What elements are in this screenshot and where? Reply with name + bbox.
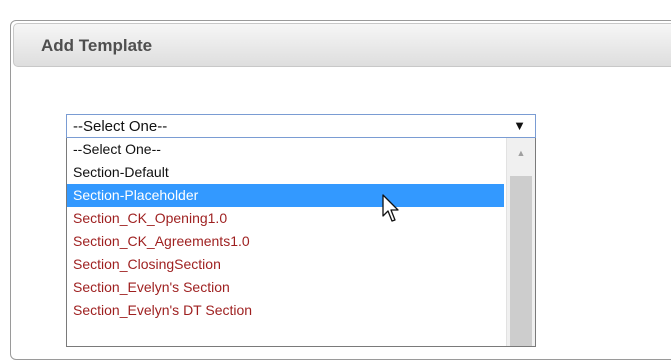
- option-section-default[interactable]: Section-Default: [67, 161, 504, 184]
- chevron-down-icon[interactable]: ▼: [513, 118, 526, 133]
- option-section-evelyns-dt-section[interactable]: Section_Evelyn's DT Section: [67, 299, 504, 322]
- template-select-value: --Select One--: [73, 118, 168, 135]
- option-section-closingsection[interactable]: Section_ClosingSection: [67, 253, 504, 276]
- dialog-header: Add Template: [13, 23, 671, 67]
- option-section-ck-opening[interactable]: Section_CK_Opening1.0: [67, 207, 504, 230]
- dropdown-scrollbar[interactable]: ▲: [506, 138, 535, 346]
- option-section-evelyns-section[interactable]: Section_Evelyn's Section: [67, 276, 504, 299]
- mouse-pointer-icon: [382, 194, 399, 222]
- scroll-thumb[interactable]: [510, 176, 532, 346]
- clipped-background-text: [0, 0, 671, 6]
- template-dropdown-list[interactable]: --Select One-- Section-Default Section-P…: [66, 138, 536, 347]
- option-section-ck-agreements[interactable]: Section_CK_Agreements1.0: [67, 230, 504, 253]
- option-select-one[interactable]: --Select One--: [67, 138, 504, 161]
- template-select[interactable]: --Select One-- ▼: [66, 114, 536, 138]
- option-section-placeholder[interactable]: Section-Placeholder: [67, 184, 504, 207]
- scroll-up-arrow-icon[interactable]: ▲: [507, 148, 535, 158]
- dialog-title: Add Template: [41, 36, 153, 55]
